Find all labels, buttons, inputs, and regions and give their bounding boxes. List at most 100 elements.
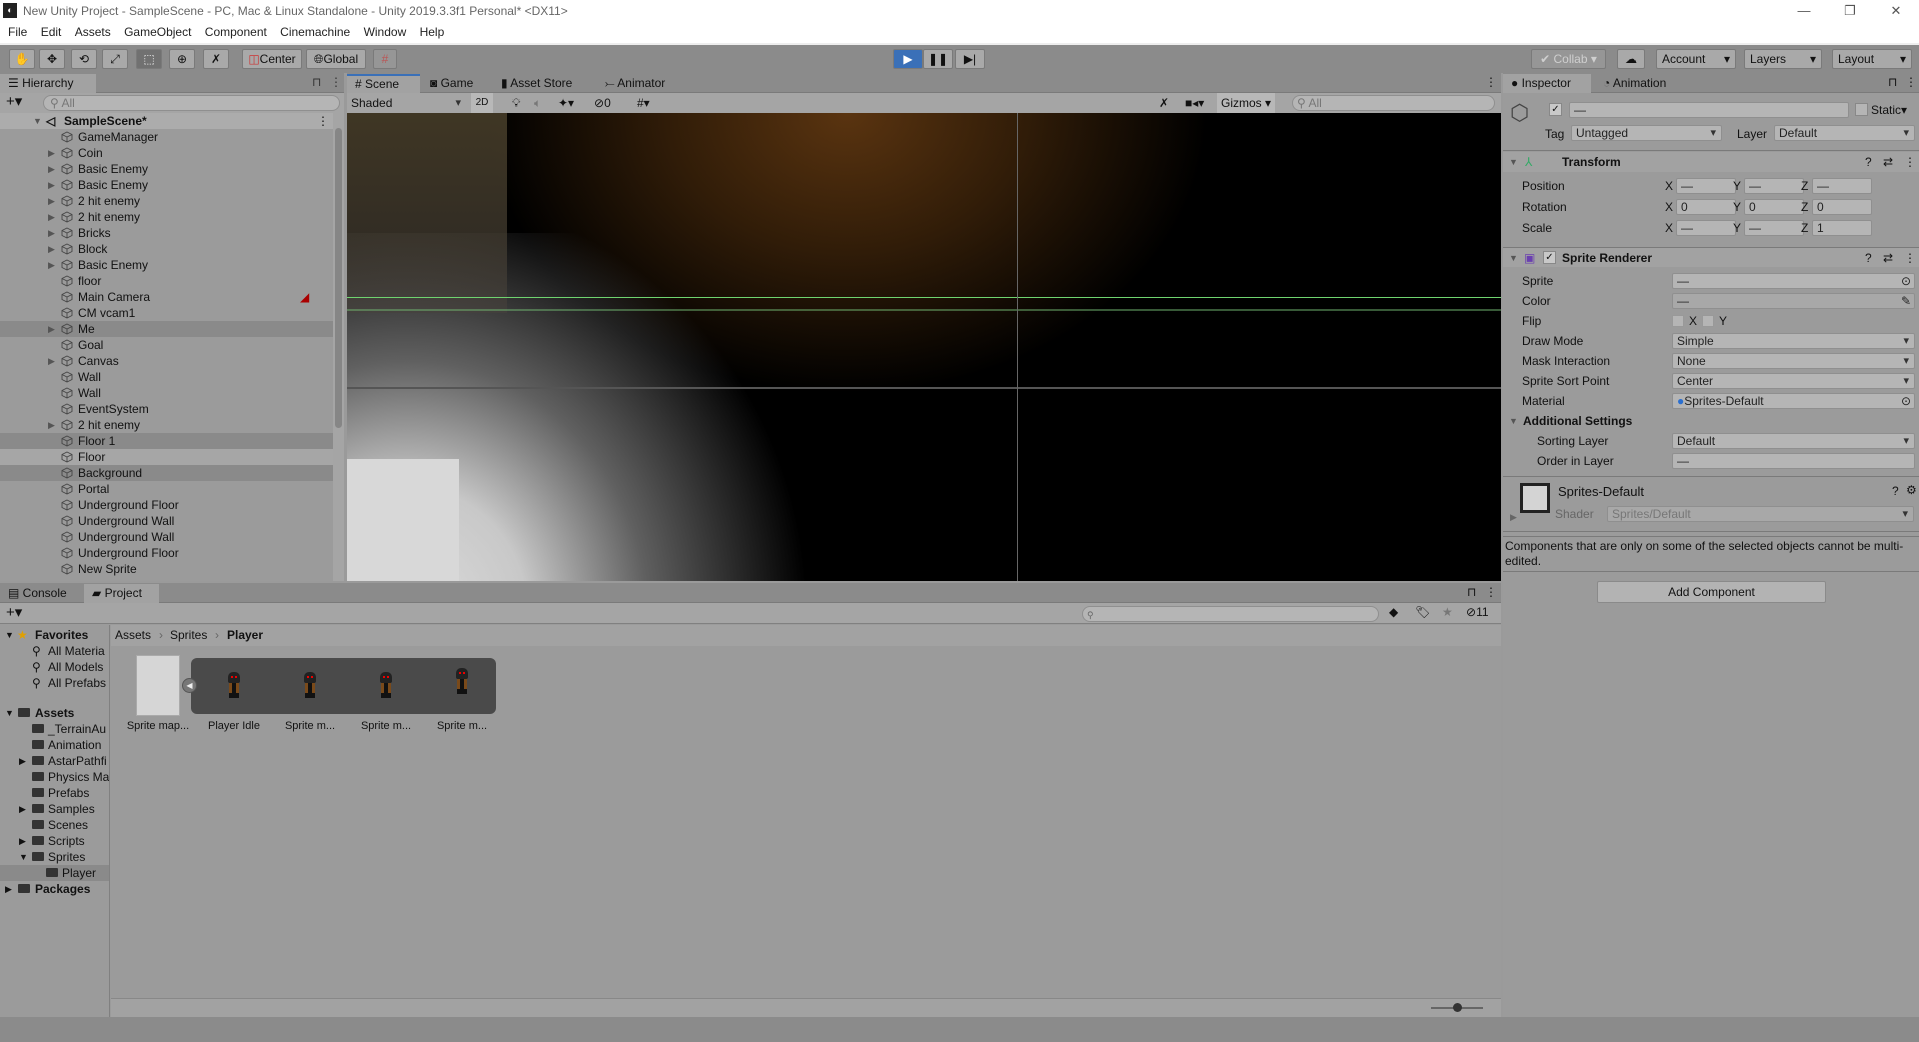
asset-label[interactable]: Player Idle (196, 720, 272, 732)
tab-console[interactable]: ▤ Console (0, 584, 84, 603)
scale-tool-button[interactable]: ⤢ (102, 49, 128, 69)
asset-label[interactable]: Sprite map... (120, 720, 196, 732)
step-button[interactable]: ▶| (955, 49, 985, 69)
project-search-input[interactable]: ⚲ (1082, 606, 1379, 622)
gizmos-dropdown[interactable]: Gizmos ▾ (1217, 93, 1275, 113)
scene-viewport[interactable] (347, 113, 1501, 581)
lighting-icon[interactable]: 💡︎ (512, 93, 520, 113)
tools-icon[interactable]: ✗ (1159, 93, 1169, 113)
active-checkbox[interactable]: ✓ (1549, 103, 1562, 116)
grid-toggle-icon[interactable]: #▾ (637, 93, 650, 113)
help-icon[interactable]: ? (1892, 484, 1899, 498)
hierarchy-item[interactable]: ▶ 2 hit enemy (0, 417, 333, 433)
hierarchy-item[interactable]: ▶ Coin (0, 145, 333, 161)
maximize-button[interactable]: ❐ (1830, 0, 1870, 22)
shading-mode-dropdown[interactable]: Shaded (347, 93, 466, 113)
player-sprite-thumbnail[interactable] (454, 666, 470, 700)
y-input[interactable]: 0 (1744, 199, 1804, 215)
sorting-layer-dropdown[interactable]: Default (1672, 433, 1915, 449)
folder-item[interactable]: Physics Ma (0, 769, 109, 785)
collapse-arrow-icon[interactable]: ▼ (1509, 152, 1518, 172)
scrollbar-thumb[interactable] (335, 128, 342, 428)
hidden-packages-button[interactable]: ⊘11 (1466, 605, 1489, 619)
menu-help[interactable]: Help (420, 25, 445, 39)
hierarchy-item[interactable]: Goal (0, 337, 333, 353)
menu-gameobject[interactable]: GameObject (124, 25, 191, 39)
gear-icon[interactable]: ⚙ (1906, 483, 1917, 497)
folder-item[interactable]: ▶ Samples (0, 801, 109, 817)
player-sprite-thumbnail[interactable] (378, 670, 394, 704)
sprite-field[interactable]: — ⊙ (1672, 273, 1915, 289)
tab-hierarchy[interactable]: ☰ Hierarchy (0, 74, 96, 93)
snap-button[interactable]: # (373, 49, 397, 69)
expand-arrow-icon[interactable]: ▶ (1510, 512, 1517, 523)
hierarchy-item[interactable]: New Sprite (0, 561, 333, 577)
hierarchy-item[interactable]: EventSystem (0, 401, 333, 417)
lock-icon[interactable]: ⊓ (1467, 585, 1476, 599)
rotate-tool-button[interactable]: ⟲ (71, 49, 97, 69)
kebab-menu-icon[interactable]: ⋮ (1485, 585, 1497, 599)
x-input[interactable]: — (1676, 178, 1736, 194)
folder-item[interactable]: Scenes (0, 817, 109, 833)
tag-dropdown[interactable]: Untagged (1571, 125, 1722, 141)
order-in-layer-input[interactable]: — (1672, 453, 1915, 469)
hierarchy-item[interactable]: floor (0, 273, 333, 289)
tab-project[interactable]: ▰ Project (84, 584, 159, 603)
collapse-sprites-button[interactable]: ◀ (182, 678, 197, 693)
asset-label[interactable]: Sprite m... (348, 720, 424, 732)
sort-point-dropdown[interactable]: Center (1672, 373, 1915, 389)
folder-item[interactable]: _TerrainAu (0, 721, 109, 737)
menu-window[interactable]: Window (364, 25, 407, 39)
asset-label[interactable]: Sprite m... (272, 720, 348, 732)
create-button[interactable]: +▾ (6, 94, 22, 110)
transform-tool-button[interactable]: ⊕ (169, 49, 195, 69)
add-component-button[interactable]: Add Component (1597, 581, 1826, 603)
kebab-menu-icon[interactable]: ⋮ (1485, 75, 1497, 89)
hierarchy-item[interactable]: Floor 1 (0, 433, 333, 449)
folder-item[interactable]: Player (0, 865, 109, 881)
x-input[interactable]: 0 (1676, 199, 1736, 215)
folder-item[interactable]: Animation (0, 737, 109, 753)
camera-icon[interactable]: ■◂▾ (1185, 93, 1204, 113)
effects-icon[interactable]: ✦▾ (558, 93, 574, 113)
close-button[interactable]: ✕ (1876, 0, 1916, 22)
tab-animator[interactable]: ⤚ Animator (597, 74, 673, 93)
expand-arrow-icon[interactable]: ▶ (19, 833, 26, 849)
hierarchy-item[interactable]: ▶ Basic Enemy (0, 257, 333, 273)
collapse-arrow-icon[interactable]: ▼ (1509, 248, 1518, 268)
menu-cinemachine[interactable]: Cinemachine (280, 25, 350, 39)
hierarchy-item[interactable]: GameManager (0, 129, 333, 145)
space-global-button[interactable]: 🌐︎Global (306, 49, 366, 69)
kebab-menu-icon[interactable]: ⋮ (1905, 75, 1917, 89)
expand-arrow-icon[interactable]: ▶ (48, 321, 55, 337)
collapse-arrow-icon[interactable]: ▼ (5, 627, 14, 643)
menu-file[interactable]: File (8, 25, 27, 39)
expand-arrow-icon[interactable]: ▼ (33, 113, 42, 129)
hierarchy-item[interactable]: Floor (0, 449, 333, 465)
breadcrumb-assets[interactable]: Assets (115, 625, 151, 646)
breadcrumb-player[interactable]: Player (227, 625, 263, 646)
2d-toggle[interactable]: 2D (471, 93, 493, 113)
layout-dropdown[interactable]: Layout ▾ (1832, 49, 1912, 69)
help-icon[interactable]: ? (1865, 248, 1872, 268)
kebab-menu-icon[interactable]: ⋮ (1904, 152, 1916, 172)
expand-arrow-icon[interactable]: ▶ (5, 881, 12, 897)
favorite-item[interactable]: ⚲ All Materia (0, 643, 109, 659)
object-picker-icon[interactable]: ⊙ (1901, 394, 1911, 408)
lock-icon[interactable]: ⊓ (1888, 75, 1897, 89)
favorite-item[interactable]: ⚲ All Prefabs (0, 675, 109, 691)
custom-tool-button[interactable]: ✗ (203, 49, 229, 69)
packages-folder[interactable]: ▶ Packages (0, 881, 109, 897)
expand-arrow-icon[interactable]: ▶ (48, 193, 55, 209)
hierarchy-item[interactable]: Underground Floor (0, 497, 333, 513)
layer-dropdown[interactable]: Default (1774, 125, 1915, 141)
flip-y-checkbox[interactable] (1702, 315, 1714, 327)
folder-item[interactable]: ▶ Scripts (0, 833, 109, 849)
hierarchy-item[interactable]: ▶ Canvas (0, 353, 333, 369)
hierarchy-item[interactable]: ▶ Me (0, 321, 333, 337)
scene-search-input[interactable]: ⚲ All (1292, 95, 1495, 111)
hierarchy-item[interactable]: Underground Floor (0, 545, 333, 561)
presets-icon[interactable]: ⇄ (1883, 152, 1893, 172)
kebab-menu-icon[interactable]: ⋮ (1904, 248, 1916, 268)
hierarchy-item[interactable]: ▶ 2 hit enemy (0, 193, 333, 209)
